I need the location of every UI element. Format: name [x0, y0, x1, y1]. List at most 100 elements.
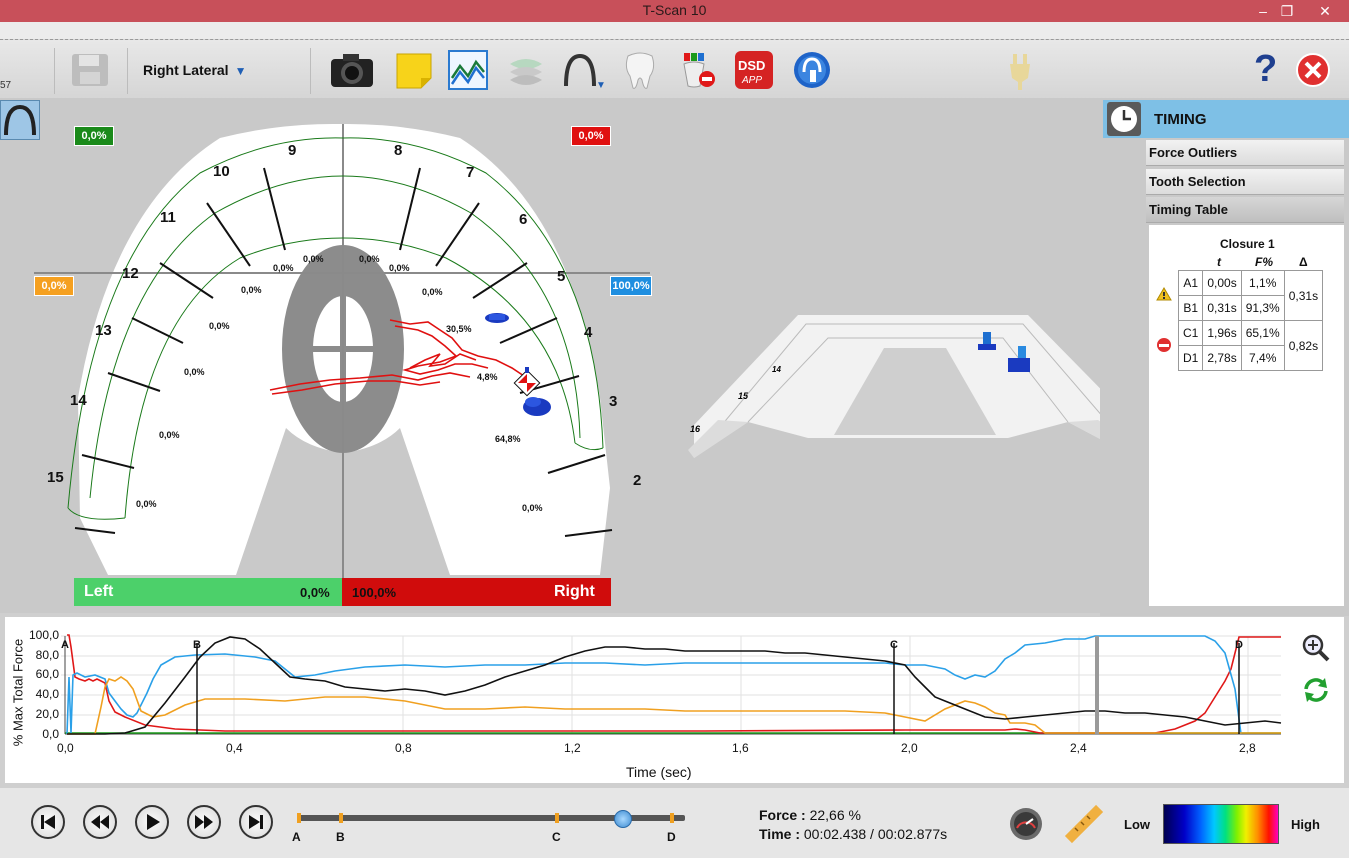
restore-button[interactable]: ❐ — [1276, 1, 1298, 21]
view-dropdown[interactable]: Right Lateral ▼ — [143, 62, 246, 78]
tooth-number: 6 — [519, 211, 528, 228]
table-row[interactable]: C1 1,96s 65,1% 0,82s — [1177, 320, 1324, 371]
fast-forward-icon — [195, 815, 213, 829]
left-force-bar: Left 0,0% — [74, 578, 342, 606]
tooth-force-percent: 0,0% — [389, 263, 410, 273]
time-label: Time : — [759, 826, 800, 842]
timing-panel-header[interactable]: TIMING — [1103, 100, 1349, 138]
tooth-force-percent: 0,0% — [273, 263, 294, 273]
speedometer-icon[interactable] — [1008, 806, 1044, 842]
graph-marker-label: B — [193, 639, 201, 651]
notes-icon[interactable] — [394, 50, 434, 90]
view3d-number: 14 — [772, 365, 781, 374]
tooth-force-percent: 0,0% — [522, 503, 543, 513]
version-fragment: 57 — [0, 80, 12, 91]
graph-xlabel: Time (sec) — [626, 764, 692, 780]
tooth-icon[interactable] — [620, 50, 660, 90]
graph-marker-label: A — [61, 639, 69, 651]
timeline-marker-label: A — [292, 830, 301, 844]
timeline-marker[interactable] — [339, 813, 343, 823]
graph-marker-label: D — [1235, 639, 1243, 651]
tooth-exclude-icon[interactable] — [678, 50, 718, 90]
tooth-force-percent: 0,0% — [359, 254, 380, 264]
x-tick: 0,4 — [226, 741, 243, 755]
timeline-marker-label: B — [336, 830, 345, 844]
fast-forward-button[interactable] — [187, 805, 221, 839]
tooth-force-percent: 64,8% — [495, 434, 521, 444]
rewind-icon — [91, 815, 109, 829]
x-tick: 1,2 — [564, 741, 581, 755]
timeline-thumb[interactable] — [614, 810, 632, 828]
minimize-button[interactable]: – — [1252, 1, 1274, 21]
x-tick: 1,6 — [732, 741, 749, 755]
force-outliers-section[interactable]: Force Outliers — [1146, 140, 1344, 166]
force-value: 22,66 % — [805, 807, 861, 823]
timing-table-body: Closure 1 t F% Δ A1 0,00s 1,1% 0,31s B1 0,31… — [1149, 225, 1344, 606]
dsd-app-icon[interactable]: DSD APP — [734, 50, 774, 90]
timeline-marker[interactable] — [670, 813, 674, 823]
playhead-line[interactable] — [1095, 636, 1099, 734]
timing-table-section[interactable]: Timing Table — [1146, 197, 1344, 223]
close-window-button[interactable]: ✕ — [1314, 1, 1336, 21]
support-headset-icon[interactable] — [792, 50, 832, 90]
tooth-number: 5 — [557, 268, 566, 285]
x-tick: 2,4 — [1070, 741, 1087, 755]
tooth-number: 11 — [160, 209, 176, 226]
force-time-graph[interactable]: % Max Total Force 100,0 80,0 60,0 40,0 2… — [5, 617, 1344, 783]
timeline-marker[interactable] — [555, 813, 559, 823]
plug-icon[interactable] — [1000, 50, 1040, 90]
close-app-icon[interactable] — [1295, 52, 1335, 92]
skip-end-icon — [249, 815, 263, 829]
tooth-number: 8 — [394, 142, 403, 159]
camera-icon[interactable] — [330, 50, 373, 90]
tooth-selection-section[interactable]: Tooth Selection — [1146, 169, 1344, 195]
closure-title: Closure 1 — [1220, 237, 1275, 251]
window-title: T-Scan 10 — [642, 2, 707, 18]
arch-3d-view[interactable]: 16 15 14 1 — [688, 310, 1143, 462]
tooth-number: 13 — [95, 322, 112, 339]
view-dropdown-label: Right Lateral — [143, 62, 229, 78]
skip-to-end-button[interactable] — [239, 805, 273, 839]
svg-text:APP: APP — [741, 75, 762, 86]
toolbar-separator — [310, 48, 311, 94]
timing-title: TIMING — [1154, 111, 1207, 128]
timeline-marker[interactable] — [297, 813, 301, 823]
tooth-number: 15 — [47, 469, 64, 486]
table-row[interactable]: A1 0,00s 1,1% 0,31s — [1177, 270, 1324, 321]
refresh-icon[interactable] — [1301, 675, 1331, 705]
zoom-in-icon[interactable] — [1301, 633, 1331, 663]
save-icon[interactable] — [70, 50, 110, 90]
graph-view-icon[interactable] — [448, 50, 488, 90]
quadrant-badge-top-right: 0,0% — [571, 126, 611, 146]
warning-icon — [1156, 287, 1172, 301]
tooth-force-percent: 0,0% — [422, 287, 443, 297]
right-force-bar: 100,0% Right — [342, 578, 611, 606]
tooth-force-percent: 0,0% — [303, 254, 324, 264]
graph-plot-area[interactable] — [5, 617, 1295, 742]
rewind-button[interactable] — [83, 805, 117, 839]
timeline-marker-label: C — [552, 830, 561, 844]
skip-to-start-button[interactable] — [31, 805, 65, 839]
menu-strip — [0, 22, 1349, 39]
tooth-number: 3 — [609, 393, 618, 410]
ruler-icon[interactable] — [1063, 804, 1103, 844]
timeline-marker-label: D — [667, 830, 676, 844]
tooth-force-percent: 4,8% — [477, 372, 498, 382]
arch-curve-icon[interactable]: ▼ — [560, 50, 606, 91]
time-readout: Time : 00:02.438 / 00:02.877s — [759, 826, 947, 842]
svg-text:▼: ▼ — [596, 80, 604, 90]
play-icon — [147, 814, 160, 830]
legend-low-label: Low — [1124, 817, 1150, 832]
layers-icon[interactable] — [506, 50, 546, 90]
help-icon[interactable]: ? — [1254, 48, 1277, 91]
playback-bar: A B C D Force : 22,66 % Time : 00:02.438… — [0, 788, 1349, 858]
tooth-number: 9 — [288, 142, 297, 159]
clock-icon — [1107, 102, 1141, 136]
force-label: Force : — [759, 807, 806, 823]
play-button[interactable] — [135, 805, 169, 839]
view3d-number: 15 — [738, 391, 749, 401]
tooth-number: 10 — [213, 163, 230, 180]
tooth-force-percent: 0,0% — [159, 430, 180, 440]
quadrant-badge-mid-left: 0,0% — [34, 276, 74, 296]
force-readout: Force : 22,66 % — [759, 807, 861, 823]
